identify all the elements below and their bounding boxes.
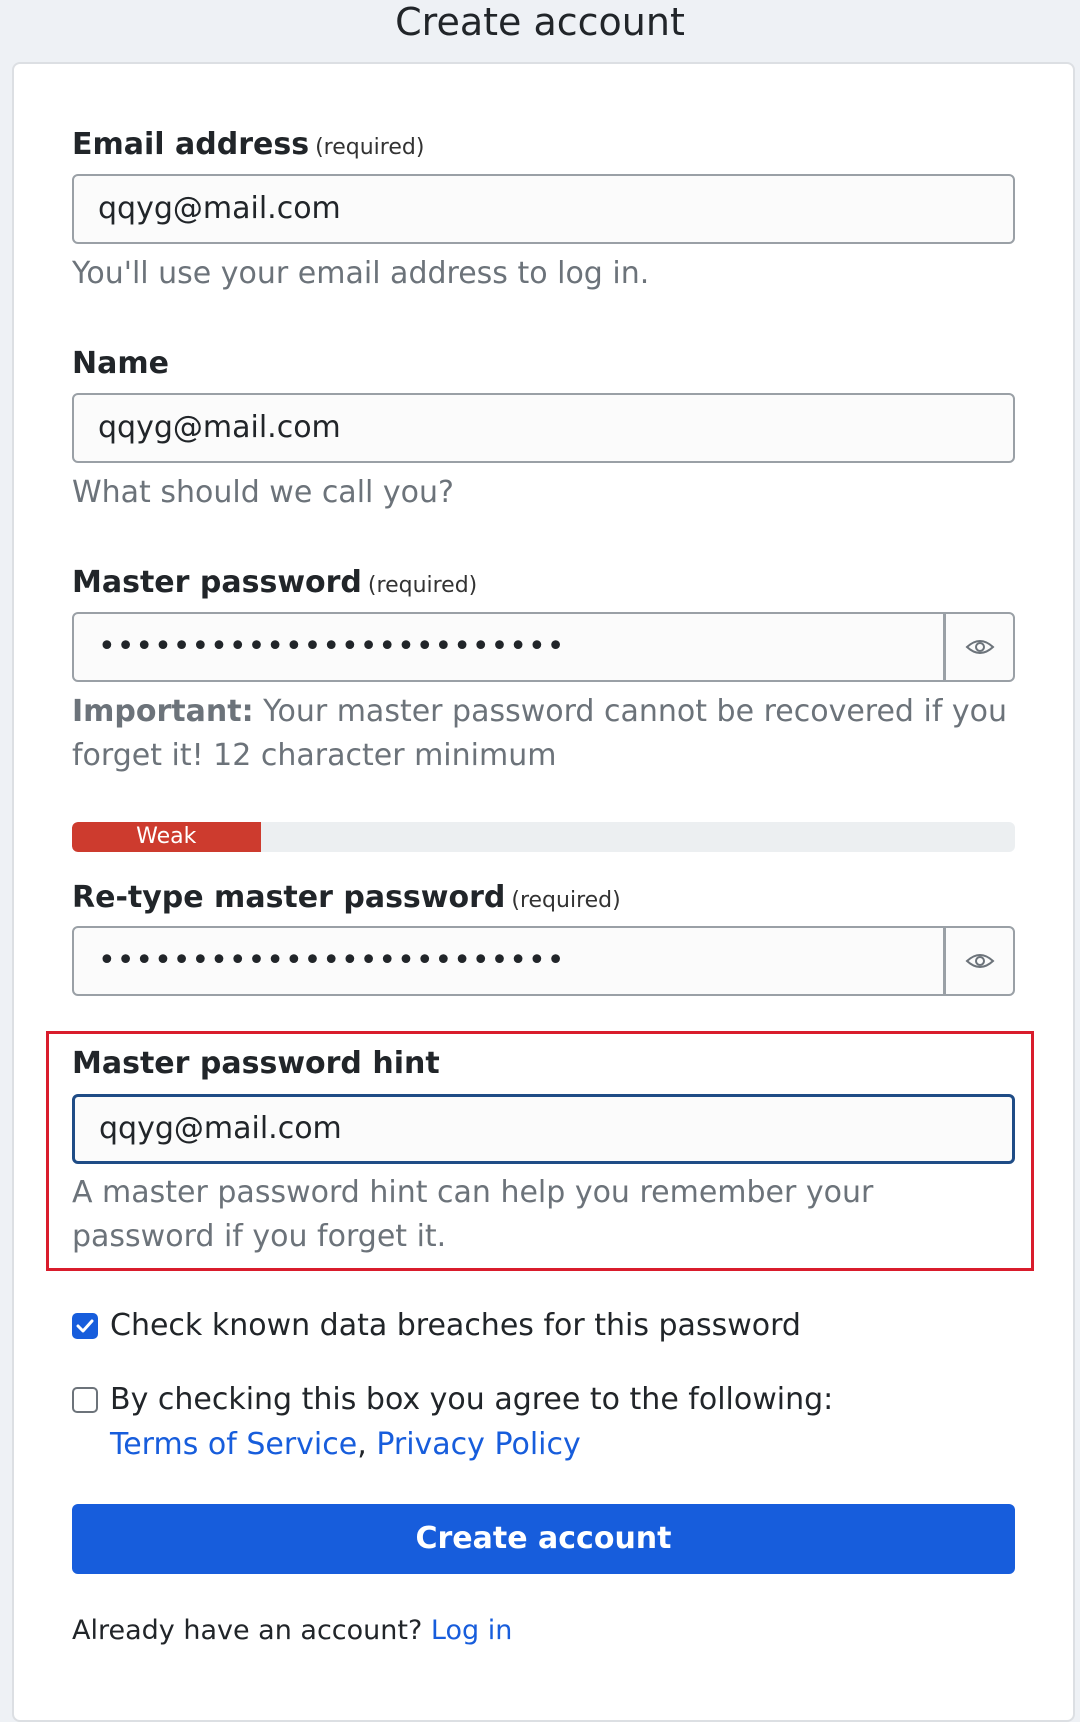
breach-checkbox[interactable] bbox=[72, 1313, 98, 1339]
login-prompt-text: Already have an account? bbox=[72, 1615, 423, 1646]
breach-check-label: Check known data breaches for this passw… bbox=[110, 1308, 801, 1343]
master-password-helper: Important: Your master password cannot b… bbox=[72, 690, 1022, 778]
breach-check-row[interactable]: Check known data breaches for this passw… bbox=[72, 1307, 801, 1345]
password-strength-meter: Weak bbox=[72, 822, 1015, 852]
terms-of-service-link[interactable]: Terms of Service bbox=[110, 1427, 357, 1462]
email-input[interactable]: qqyg@mail.com bbox=[72, 174, 1015, 244]
master-password-toggle-button[interactable] bbox=[944, 612, 1015, 682]
legal-links: Terms of Service, Privacy Policy bbox=[110, 1425, 581, 1465]
name-helper-text: What should we call you? bbox=[72, 475, 454, 510]
master-password-required-tag: (required) bbox=[367, 573, 478, 598]
retype-password-input[interactable]: ••••••••••••••••••••••••• bbox=[72, 926, 945, 996]
hint-helper-text: A master password hint can help you reme… bbox=[72, 1175, 874, 1254]
important-label: Important: bbox=[72, 694, 254, 729]
email-required-tag: (required) bbox=[315, 135, 425, 160]
retype-password-toggle-button[interactable] bbox=[944, 926, 1015, 996]
agree-label: By checking this box you agree to the fo… bbox=[110, 1382, 834, 1417]
agree-row[interactable]: By checking this box you agree to the fo… bbox=[72, 1381, 833, 1419]
agree-checkbox[interactable] bbox=[72, 1387, 98, 1413]
links-separator: , bbox=[357, 1427, 367, 1462]
email-label-text: Email address bbox=[72, 127, 310, 162]
master-password-label-text: Master password bbox=[72, 565, 362, 600]
retype-password-label-text: Re-type master password bbox=[72, 880, 506, 915]
eye-icon bbox=[965, 954, 994, 968]
login-prompt: Already have an account? Log in bbox=[72, 1612, 512, 1650]
name-label: Name bbox=[72, 346, 169, 382]
hint-label: Master password hint bbox=[72, 1046, 440, 1082]
name-label-text: Name bbox=[72, 346, 169, 381]
checkmark-icon bbox=[76, 1319, 94, 1333]
create-account-button[interactable]: Create account bbox=[72, 1504, 1015, 1574]
login-link[interactable]: Log in bbox=[431, 1615, 512, 1646]
hint-label-text: Master password hint bbox=[72, 1046, 440, 1081]
name-input[interactable]: qqyg@mail.com bbox=[72, 393, 1015, 463]
email-helper-text: You'll use your email address to log in. bbox=[72, 256, 650, 291]
page-title: Create account bbox=[395, 0, 685, 44]
hint-input[interactable]: qqyg@mail.com bbox=[72, 1094, 1015, 1164]
eye-icon bbox=[965, 640, 994, 654]
master-password-input[interactable]: ••••••••••••••••••••••••• bbox=[72, 612, 945, 682]
retype-password-label: Re-type master password (required) bbox=[72, 880, 621, 919]
retype-password-required-tag: (required) bbox=[511, 888, 621, 913]
master-password-label: Master password (required) bbox=[72, 565, 477, 604]
email-label: Email address (required) bbox=[72, 127, 424, 166]
password-strength-fill: Weak bbox=[72, 822, 261, 852]
privacy-policy-link[interactable]: Privacy Policy bbox=[376, 1427, 580, 1462]
